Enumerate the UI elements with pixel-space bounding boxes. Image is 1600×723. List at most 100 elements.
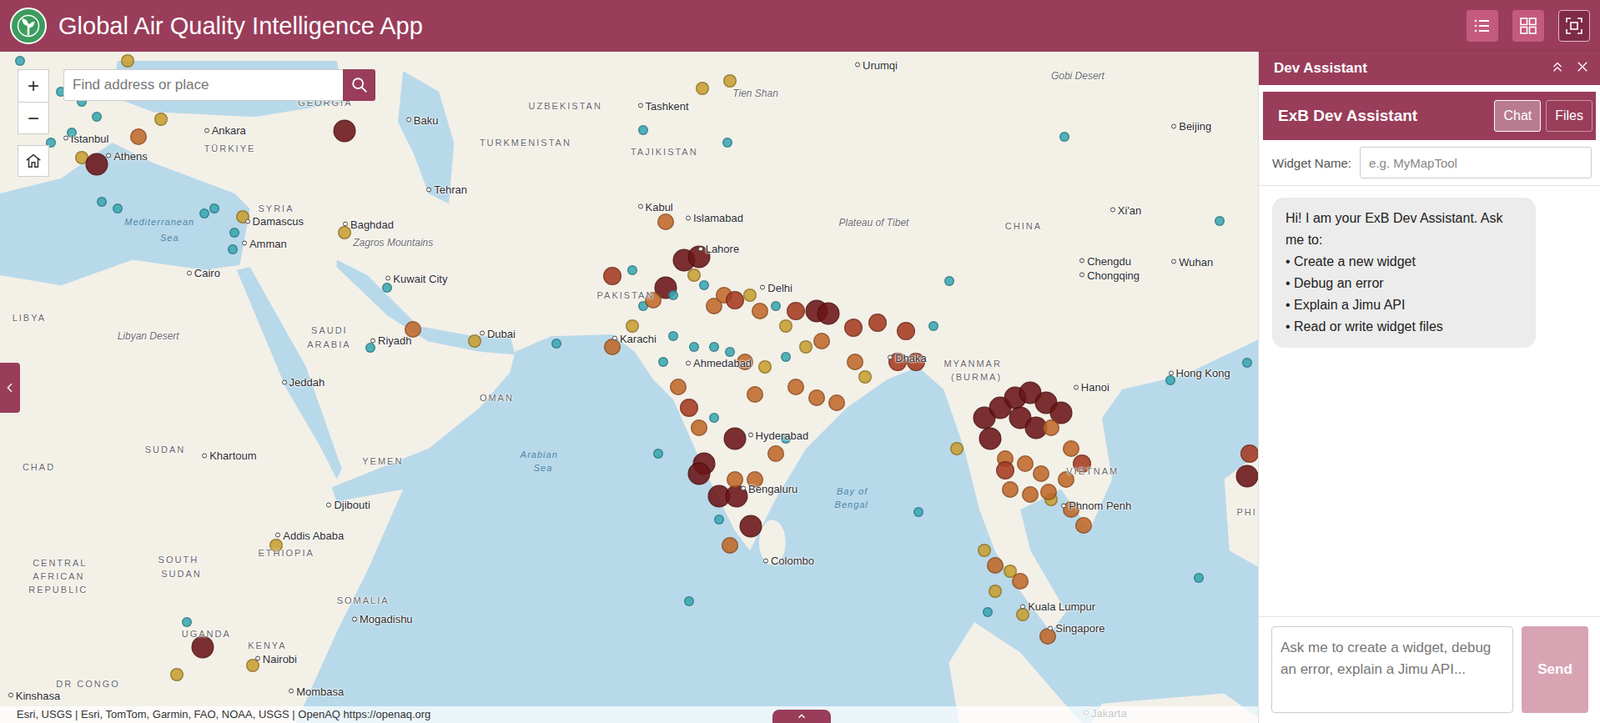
aq-marker[interactable] (668, 331, 679, 342)
aq-marker[interactable] (1240, 444, 1258, 463)
aq-marker[interactable] (846, 353, 864, 371)
home-button[interactable] (17, 145, 50, 177)
aq-marker[interactable] (725, 291, 745, 310)
aq-marker[interactable] (1016, 455, 1034, 473)
aq-marker[interactable] (625, 319, 639, 333)
aq-marker[interactable] (170, 668, 184, 682)
aq-marker[interactable] (337, 226, 352, 240)
collapse-left-button[interactable] (0, 362, 21, 413)
aq-marker[interactable] (709, 412, 720, 423)
aq-marker[interactable] (658, 357, 669, 368)
aq-marker[interactable] (739, 514, 763, 538)
aq-marker[interactable] (181, 617, 192, 628)
search-input[interactable] (63, 69, 343, 101)
aq-marker[interactable] (687, 462, 710, 486)
aq-marker[interactable] (669, 378, 687, 396)
aq-marker[interactable] (721, 537, 739, 554)
aq-marker[interactable] (653, 448, 664, 459)
aq-marker[interactable] (365, 342, 376, 353)
aq-marker[interactable] (657, 213, 675, 231)
aq-marker[interactable] (780, 352, 791, 363)
aq-marker[interactable] (199, 208, 210, 219)
aq-marker[interactable] (690, 419, 708, 437)
aq-marker[interactable] (15, 55, 26, 66)
aq-marker[interactable] (382, 282, 393, 293)
close-button[interactable] (1574, 59, 1590, 79)
aq-marker[interactable] (1040, 483, 1057, 501)
aq-marker[interactable] (722, 137, 733, 148)
aq-marker[interactable] (724, 347, 735, 358)
aq-marker[interactable] (551, 338, 562, 349)
aq-marker[interactable] (743, 288, 757, 302)
aq-marker[interactable] (112, 203, 123, 214)
aq-marker[interactable] (603, 266, 622, 286)
aq-marker[interactable] (333, 120, 357, 143)
aq-marker[interactable] (603, 338, 621, 356)
widget-name-input[interactable] (1359, 146, 1592, 179)
aq-marker[interactable] (679, 398, 699, 418)
aq-marker[interactable] (944, 276, 955, 287)
aq-marker[interactable] (1032, 465, 1050, 483)
aq-marker[interactable] (96, 196, 107, 207)
aq-marker[interactable] (828, 394, 846, 412)
aq-marker[interactable] (1193, 573, 1204, 584)
aq-marker[interactable] (988, 584, 1002, 599)
aq-marker[interactable] (714, 514, 725, 525)
aq-marker[interactable] (687, 268, 701, 282)
aq-marker[interactable] (668, 290, 679, 301)
aq-marker[interactable] (786, 301, 806, 321)
aq-marker[interactable] (227, 244, 238, 255)
aq-marker[interactable] (799, 340, 813, 354)
aq-marker[interactable] (1039, 628, 1057, 645)
aq-marker[interactable] (467, 334, 482, 348)
aq-marker[interactable] (209, 203, 220, 214)
aq-marker[interactable] (1016, 608, 1030, 622)
aq-marker[interactable] (746, 386, 764, 403)
chat-input[interactable] (1271, 626, 1514, 714)
aq-marker[interactable] (770, 301, 781, 312)
aq-marker[interactable] (928, 321, 939, 332)
aq-marker[interactable] (1214, 216, 1225, 227)
aq-marker[interactable] (896, 322, 916, 341)
aq-marker[interactable] (723, 427, 746, 450)
aq-marker[interactable] (695, 81, 710, 96)
aq-marker[interactable] (130, 128, 147, 146)
panel-tab[interactable]: Files (1545, 100, 1593, 132)
panel-tab[interactable]: Chat (1494, 100, 1541, 132)
aq-marker[interactable] (758, 360, 772, 374)
expand-bottom-button[interactable] (772, 709, 831, 723)
aq-marker[interactable] (751, 302, 769, 320)
zoom-in-button[interactable]: + (18, 70, 49, 102)
aq-marker[interactable] (1165, 375, 1176, 386)
aq-marker[interactable] (120, 54, 135, 68)
aq-marker[interactable] (779, 319, 793, 333)
aq-marker[interactable] (726, 471, 744, 489)
aq-marker[interactable] (844, 318, 863, 338)
aq-marker[interactable] (229, 227, 240, 238)
aq-marker[interactable] (950, 442, 964, 456)
aq-marker[interactable] (1062, 440, 1080, 458)
collapse-button[interactable] (1549, 59, 1565, 79)
map-view[interactable]: IstanbulAnkaraTÜRKIYEGEORGIABakuAthensMe… (0, 51, 1258, 723)
aq-marker[interactable] (982, 607, 993, 618)
aq-marker[interactable] (808, 389, 826, 407)
aq-marker[interactable] (1021, 486, 1039, 504)
aq-marker[interactable] (91, 111, 102, 122)
aq-marker[interactable] (813, 332, 831, 350)
aq-marker[interactable] (1042, 419, 1060, 437)
aq-marker[interactable] (85, 152, 109, 176)
aq-marker[interactable] (977, 543, 992, 558)
aq-marker[interactable] (154, 112, 168, 126)
aq-marker[interactable] (638, 125, 649, 136)
aq-marker[interactable] (627, 265, 638, 276)
aq-marker[interactable] (868, 313, 887, 333)
header-button[interactable] (1558, 10, 1590, 42)
aq-marker[interactable] (817, 302, 841, 326)
aq-marker[interactable] (913, 507, 924, 518)
aq-marker[interactable] (684, 596, 695, 607)
aq-marker[interactable] (1011, 573, 1029, 590)
header-button[interactable] (1512, 10, 1545, 42)
aq-marker[interactable] (709, 342, 720, 353)
aq-marker[interactable] (787, 378, 805, 396)
header-button[interactable] (1466, 10, 1499, 42)
